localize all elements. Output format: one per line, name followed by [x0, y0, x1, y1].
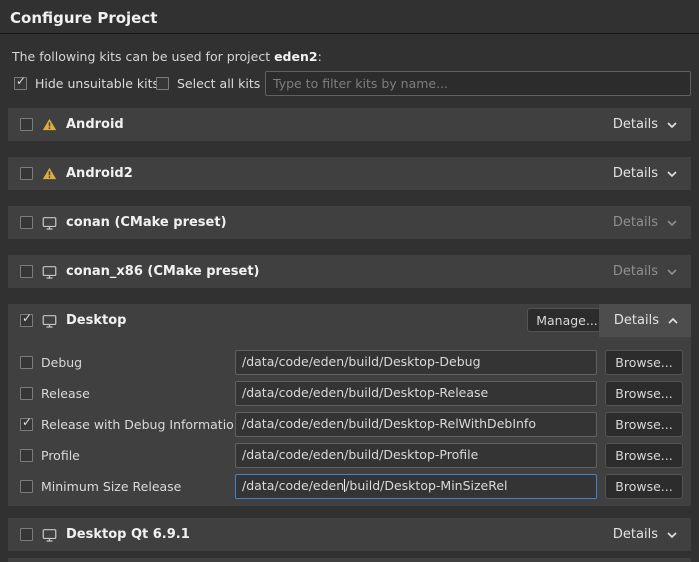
kit-name: Desktop [66, 313, 126, 328]
checkbox-label: Hide unsuitable kits [35, 76, 159, 91]
kit-name: conan_x86 (CMake preset) [66, 264, 260, 279]
desktop-icon [42, 265, 57, 279]
kit-checkbox[interactable]: ✓ [20, 216, 33, 229]
project-name: eden2 [274, 49, 318, 64]
hide-unsuitable-kits-checkbox[interactable]: ✓ Hide unsuitable kits [14, 71, 159, 96]
check-icon: ✓ [22, 416, 32, 429]
intro-text: The following kits can be used for proje… [12, 49, 322, 64]
details-toggle[interactable]: Details [600, 518, 691, 551]
details-toggle[interactable]: Details [600, 206, 691, 239]
desktop-icon [42, 528, 57, 542]
path-input-relwithdebinfo[interactable]: /data/code/eden/build/Desktop-RelWithDeb… [235, 412, 597, 437]
kit-checkbox[interactable]: ✓ [20, 265, 33, 278]
checkbox[interactable]: ✓ [156, 77, 169, 90]
details-toggle[interactable]: Details [600, 108, 691, 141]
config-label: Debug [41, 355, 82, 370]
configure-project-page: Configure Project The following kits can… [0, 0, 699, 562]
kit-row-android: ✓ Android Details [8, 108, 691, 141]
kit-row-conan: ✓ conan (CMake preset) Details [8, 206, 691, 239]
details-toggle[interactable]: Details [600, 255, 691, 288]
config-label: Release with Debug Information [41, 417, 242, 432]
config-label: Minimum Size Release [41, 479, 181, 494]
chevron-up-icon [667, 317, 679, 325]
browse-button-release[interactable]: Browse... [605, 381, 683, 406]
kit-checkbox[interactable]: ✓ [20, 118, 33, 131]
check-icon: ✓ [22, 312, 32, 325]
details-label: Details [613, 166, 658, 181]
kit-section-desktop: ✓ Desktop Manage... Details ✓ Debug /dat… [8, 304, 691, 506]
desktop-icon [42, 314, 57, 328]
chevron-down-icon [666, 170, 678, 178]
kit-name: conan (CMake preset) [66, 215, 227, 230]
config-row-release: ✓ Release /data/code/eden/build/Desktop-… [8, 381, 691, 406]
kit-checkbox[interactable]: ✓ [20, 528, 33, 541]
check-icon: ✓ [16, 75, 26, 88]
config-checkbox[interactable]: ✓ [20, 356, 33, 369]
next-kit-row-partial [8, 558, 691, 562]
config-row-relwithdebinfo: ✓ Release with Debug Information /data/c… [8, 412, 691, 437]
details-label: Details [613, 117, 658, 132]
checkbox-label: Select all kits [177, 76, 260, 91]
path-input-profile[interactable]: /data/code/eden/build/Desktop-Profile [235, 443, 597, 468]
kit-row-desktop: ✓ Desktop Manage... Details [8, 304, 691, 337]
details-label: Details [614, 313, 659, 328]
chevron-down-icon [666, 219, 678, 227]
kit-checkbox[interactable]: ✓ [20, 167, 33, 180]
title-separator [0, 33, 699, 34]
details-toggle[interactable]: Details [600, 157, 691, 190]
config-checkbox[interactable]: ✓ [20, 387, 33, 400]
browse-button-minsizerel[interactable]: Browse... [605, 474, 683, 499]
details-label: Details [613, 264, 658, 279]
path-input-debug[interactable]: /data/code/eden/build/Desktop-Debug [235, 350, 597, 375]
config-row-debug: ✓ Debug /data/code/eden/build/Desktop-De… [8, 350, 691, 375]
details-toggle[interactable]: Details [599, 304, 691, 337]
details-label: Details [613, 527, 658, 542]
config-checkbox[interactable]: ✓ [20, 418, 33, 431]
kit-name: Android2 [66, 166, 133, 181]
intro-prefix: The following kits can be used for proje… [12, 49, 274, 64]
kit-checkbox[interactable]: ✓ [20, 314, 33, 327]
kit-row-desktop-qt: ✓ Desktop Qt 6.9.1 Details [8, 518, 691, 551]
desktop-icon [42, 216, 57, 230]
config-label: Release [41, 386, 90, 401]
kit-name: Android [66, 117, 124, 132]
manage-kits-button[interactable]: Manage... [527, 308, 607, 332]
kit-row-android2: ✓ Android2 Details [8, 157, 691, 190]
page-title: Configure Project [10, 9, 157, 27]
kit-row-conan-x86: ✓ conan_x86 (CMake preset) Details [8, 255, 691, 288]
kit-filter-input[interactable] [265, 71, 691, 96]
checkbox[interactable]: ✓ [14, 77, 27, 90]
kit-name: Desktop Qt 6.9.1 [66, 527, 190, 542]
config-row-profile: ✓ Profile /data/code/eden/build/Desktop-… [8, 443, 691, 468]
config-row-minsizerel: ✓ Minimum Size Release /data/code/eden/b… [8, 474, 691, 499]
chevron-down-icon [666, 121, 678, 129]
intro-suffix: : [318, 49, 322, 64]
path-input-release[interactable]: /data/code/eden/build/Desktop-Release [235, 381, 597, 406]
browse-button-profile[interactable]: Browse... [605, 443, 683, 468]
select-all-kits-checkbox[interactable]: ✓ Select all kits [156, 71, 260, 96]
details-label: Details [613, 215, 658, 230]
path-input-minsizerel[interactable]: /data/code/eden/build/Desktop-MinSizeRel [235, 474, 597, 499]
chevron-down-icon [666, 268, 678, 276]
warning-icon [42, 118, 57, 131]
warning-icon [42, 167, 57, 180]
config-checkbox[interactable]: ✓ [20, 480, 33, 493]
browse-button-relwithdebinfo[interactable]: Browse... [605, 412, 683, 437]
config-label: Profile [41, 448, 80, 463]
chevron-down-icon [666, 531, 678, 539]
browse-button-debug[interactable]: Browse... [605, 350, 683, 375]
filter-controls: ✓ Hide unsuitable kits ✓ Select all kits [14, 71, 691, 96]
config-checkbox[interactable]: ✓ [20, 449, 33, 462]
